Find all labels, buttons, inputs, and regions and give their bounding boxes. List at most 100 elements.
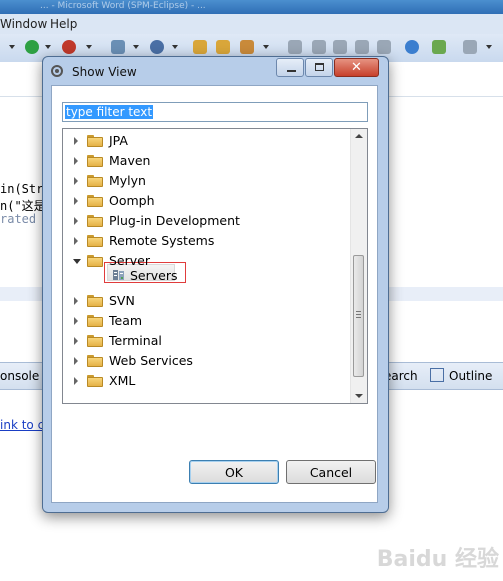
tree-item-server[interactable]: Server [63, 251, 353, 271]
tree-item-label: XML [109, 373, 136, 388]
tab-search[interactable]: earch [384, 369, 418, 383]
pin-icon[interactable] [288, 40, 302, 54]
tree-item-team[interactable]: Team [63, 311, 353, 331]
collapsed-arrow-icon[interactable] [74, 237, 78, 245]
filter-input[interactable] [62, 102, 368, 122]
watermark-logo: Baidu 经验 [376, 547, 499, 572]
folder-icon [87, 315, 103, 327]
dropdown-arrow-icon[interactable] [9, 45, 15, 49]
tree-item-jpa[interactable]: JPA [63, 131, 353, 151]
collapsed-arrow-icon[interactable] [74, 357, 78, 365]
tree-item-label: Mylyn [109, 173, 146, 188]
menu-window[interactable]: Window [0, 17, 47, 31]
menu-help[interactable]: Help [50, 17, 77, 31]
dropdown-arrow-icon[interactable] [263, 45, 269, 49]
tree-item-label: Oomph [109, 193, 155, 208]
close-icon: ✕ [351, 60, 362, 75]
folder-icon [87, 355, 103, 367]
collapsed-arrow-icon[interactable] [74, 337, 78, 345]
collapsed-arrow-icon[interactable] [74, 177, 78, 185]
scrollbar-thumb[interactable] [353, 255, 364, 377]
tree-item-terminal[interactable]: Terminal [63, 331, 353, 351]
grip-line [356, 311, 361, 312]
new-wizard-icon[interactable] [111, 40, 125, 54]
collapsed-arrow-icon[interactable] [74, 317, 78, 325]
tree-item-remote-systems[interactable]: Remote Systems [63, 231, 353, 251]
dropdown-arrow-icon[interactable] [486, 45, 492, 49]
tree-item-oomph[interactable]: Oomph [63, 191, 353, 211]
folder-icon [87, 375, 103, 387]
tree-item-label: Terminal [109, 333, 162, 348]
tree-item-xml[interactable]: XML [63, 371, 353, 391]
document-icon[interactable] [463, 40, 477, 54]
collapsed-arrow-icon[interactable] [74, 157, 78, 165]
tree-item-label: Team [109, 313, 143, 328]
dropdown-arrow-icon[interactable] [133, 45, 139, 49]
open-type-icon[interactable] [216, 40, 230, 54]
minimize-icon [287, 70, 296, 72]
cancel-button[interactable]: Cancel [286, 460, 376, 484]
maximize-button[interactable] [305, 58, 333, 77]
collapsed-arrow-icon[interactable] [74, 377, 78, 385]
dropdown-arrow-icon[interactable] [172, 45, 178, 49]
tree-item-label: Maven [109, 153, 151, 168]
show-view-dialog: Show View ✕ type filter text type filter… [42, 56, 389, 513]
tree-item-svn[interactable]: SVN [63, 291, 353, 311]
tree-item-mylyn[interactable]: Mylyn [63, 171, 353, 191]
tree-item-label: SVN [109, 293, 135, 308]
tree-item-plug-in-development[interactable]: Plug-in Development [63, 211, 353, 231]
tree-item-label: JPA [109, 133, 128, 148]
edit-icon[interactable] [333, 40, 347, 54]
collapsed-arrow-icon[interactable] [74, 137, 78, 145]
tree-item-web-services[interactable]: Web Services [63, 351, 353, 371]
folder-icon [87, 215, 103, 227]
dropdown-arrow-icon[interactable] [45, 45, 51, 49]
tab-console[interactable]: onsole [0, 369, 39, 383]
dialog-body: type filter text type filter text Server… [51, 85, 378, 503]
tree-item-label: Remote Systems [109, 233, 215, 248]
show-view-icon [51, 65, 63, 77]
folder-icon [87, 235, 103, 247]
dialog-title: Show View [72, 65, 137, 79]
tree-item-label: Plug-in Development [109, 213, 240, 228]
minimize-button[interactable] [276, 58, 304, 77]
ok-button[interactable]: OK [189, 460, 279, 484]
block-icon[interactable] [355, 40, 369, 54]
folder-icon [87, 295, 103, 307]
ide-title-bar: ... - Microsoft Word (SPM-Eclipse) - ... [0, 0, 503, 14]
collapsed-arrow-icon[interactable] [74, 217, 78, 225]
navigate-icon[interactable] [432, 40, 446, 54]
open-folder-icon[interactable] [193, 40, 207, 54]
new-class-icon[interactable] [150, 40, 164, 54]
folder-icon [87, 255, 103, 267]
expanded-arrow-icon[interactable] [73, 259, 81, 264]
code-line: in(Str [0, 182, 44, 196]
folder-icon [87, 155, 103, 167]
outline-icon [430, 368, 444, 382]
collapsed-arrow-icon[interactable] [74, 297, 78, 305]
external-tools-icon[interactable] [62, 40, 76, 54]
paragraph-icon[interactable] [377, 40, 391, 54]
tab-outline[interactable]: Outline [449, 369, 492, 383]
collapsed-arrow-icon[interactable] [74, 197, 78, 205]
dialog-title-bar[interactable]: Show View ✕ [43, 57, 388, 85]
ide-menu-bar: Window Help [0, 14, 503, 34]
globe-icon[interactable] [405, 40, 419, 54]
pen-icon[interactable] [240, 40, 254, 54]
folder-icon [87, 195, 103, 207]
maximize-icon [315, 63, 324, 71]
scroll-down-icon[interactable] [355, 394, 363, 398]
pencil-icon[interactable] [312, 40, 326, 54]
dropdown-arrow-icon[interactable] [86, 45, 92, 49]
run-icon[interactable] [25, 40, 39, 54]
scroll-up-icon[interactable] [355, 134, 363, 138]
grip-line [356, 314, 361, 315]
link-text[interactable]: ink to c [0, 418, 44, 432]
tree-item-maven[interactable]: Maven [63, 151, 353, 171]
folder-icon [87, 175, 103, 187]
ide-title-text: ... - Microsoft Word (SPM-Eclipse) - ... [40, 1, 206, 11]
grip-line [356, 317, 361, 318]
views-tree[interactable]: Servers JPA Maven Mylyn Oomph Plug-in Develo… [62, 128, 368, 404]
close-button[interactable]: ✕ [334, 58, 379, 77]
tree-item-label: Web Services [109, 353, 193, 368]
